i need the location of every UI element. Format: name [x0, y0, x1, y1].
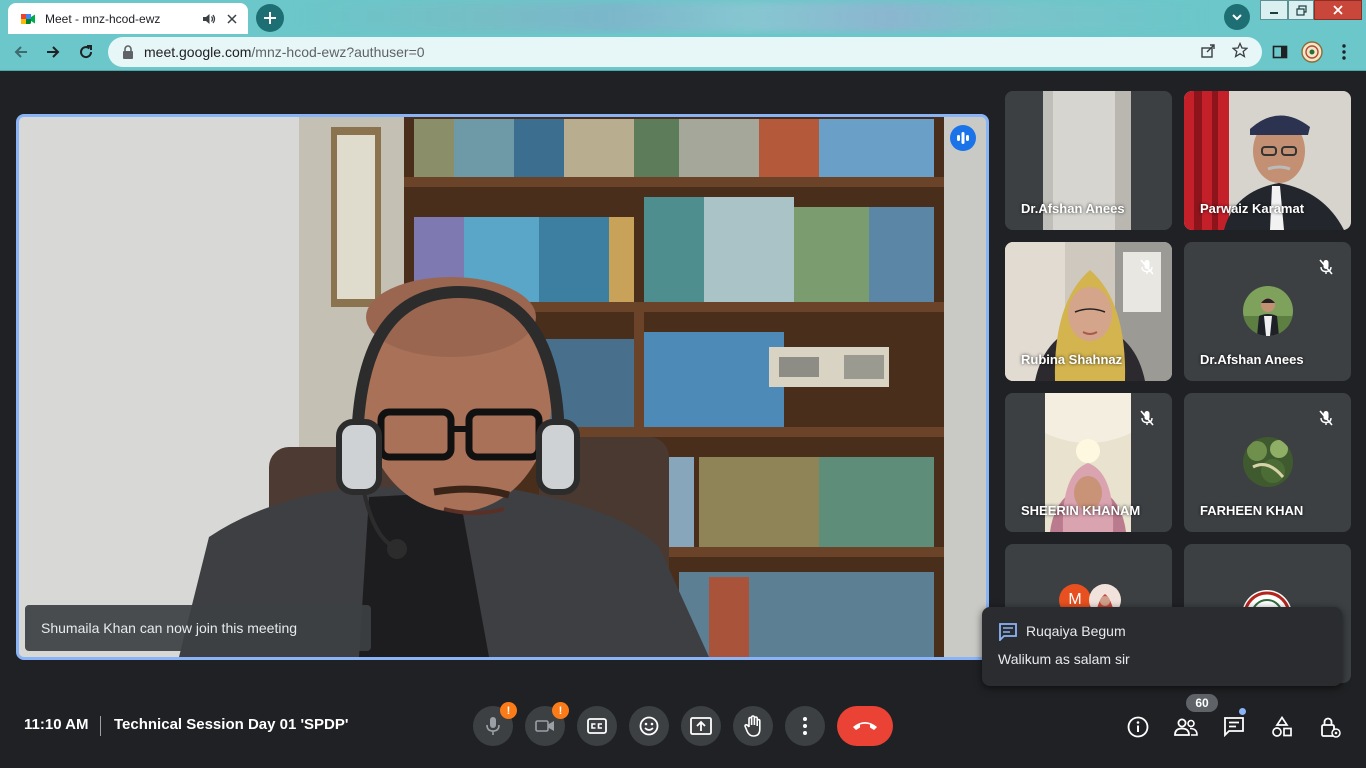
camera-button[interactable]: ! [525, 702, 569, 746]
meeting-time: 11:10 AM [24, 716, 89, 733]
muted-mic-icon [1138, 258, 1156, 276]
window-maximize-button[interactable] [1288, 0, 1314, 20]
tab-title: Meet - mnz-hcod-ewz [45, 11, 161, 26]
present-screen-icon [690, 717, 712, 735]
raise-hand-icon [744, 715, 761, 737]
chat-message-notification[interactable]: Ruqaiya Begum Walikum as salam sir [982, 607, 1342, 686]
audio-playing-icon[interactable] [202, 12, 216, 26]
bookmark-star-icon[interactable] [1231, 41, 1249, 59]
participant-name: SHEERIN KHANAM [1021, 503, 1141, 518]
chat-button[interactable] [1221, 714, 1247, 740]
reactions-button[interactable] [629, 706, 669, 746]
more-vert-icon [803, 717, 807, 735]
participant-avatar [1242, 437, 1293, 487]
tab-search-button[interactable] [1224, 4, 1250, 30]
hang-up-icon [853, 722, 877, 730]
meeting-title: Technical Session Day 01 'SPDP' [114, 716, 349, 733]
minimize-icon [1270, 12, 1278, 14]
chat-sender: Ruqaiya Begum [1026, 623, 1126, 639]
chat-message: Walikum as salam sir [998, 651, 1130, 667]
new-tab-button[interactable] [256, 4, 284, 32]
blurred-background-region [300, 2, 1200, 32]
window-close-button[interactable] [1314, 0, 1362, 20]
participant-tile[interactable]: Dr.Afshan Anees [1005, 91, 1172, 230]
meet-favicon-icon [21, 13, 35, 24]
plus-icon [264, 12, 276, 24]
leave-call-button[interactable] [837, 706, 893, 746]
muted-mic-icon [1317, 409, 1335, 427]
participant-name: Parwaiz Karamat [1200, 201, 1305, 216]
url-host: meet.google.com [144, 44, 252, 60]
more-options-button[interactable] [785, 706, 825, 746]
participant-tile[interactable]: SHEERIN KHANAM [1005, 393, 1172, 532]
participant-tile[interactable]: Dr.Afshan Anees [1184, 242, 1351, 381]
chat-bubble-icon [999, 623, 1017, 641]
people-button[interactable] [1173, 714, 1199, 740]
window-minimize-button[interactable] [1260, 0, 1288, 20]
participant-tile[interactable]: FARHEEN KHAN [1184, 393, 1351, 532]
emoji-icon [639, 716, 659, 736]
participant-avatar [1242, 286, 1293, 336]
camera-off-icon [535, 720, 554, 732]
reload-button[interactable] [73, 39, 99, 65]
close-tab-icon[interactable] [224, 11, 240, 27]
host-controls-button[interactable] [1317, 714, 1343, 740]
url-text: meet.google.com/mnz-hcod-ewz?authuser=0 [144, 44, 425, 60]
divider [100, 716, 101, 736]
browser-tab[interactable]: Meet - mnz-hcod-ewz [8, 3, 248, 34]
participant-name: Dr.Afshan Anees [1200, 352, 1304, 367]
raise-hand-button[interactable] [733, 706, 773, 746]
activities-button[interactable] [1269, 714, 1295, 740]
mic-off-icon [486, 717, 500, 735]
chat-icon [1224, 717, 1244, 737]
side-panel-icon[interactable] [1268, 40, 1292, 64]
join-notification-toast: Shumaila Khan can now join this meeting [25, 605, 371, 651]
chat-unread-dot [1239, 708, 1246, 715]
lock-icon [123, 45, 133, 59]
browser-menu-icon[interactable] [1332, 40, 1356, 64]
captions-button[interactable] [577, 706, 617, 746]
speaker-video-frame [19, 117, 986, 657]
speaking-indicator-icon [950, 125, 976, 151]
participant-name: FARHEEN KHAN [1200, 503, 1304, 518]
address-bar[interactable]: meet.google.com/mnz-hcod-ewz?authuser=0 [108, 37, 1262, 67]
forward-button[interactable] [40, 39, 66, 65]
camera-warning-badge: ! [552, 702, 569, 719]
main-speaker-tile[interactable]: Shumaila Khan can now join this meeting [16, 114, 989, 660]
url-path: /mnz-hcod-ewz?authuser=0 [251, 44, 425, 60]
arrow-right-icon [47, 46, 60, 58]
chevron-down-icon [1232, 14, 1242, 21]
muted-mic-icon [1138, 409, 1156, 427]
close-icon [1333, 5, 1343, 15]
microphone-button[interactable]: ! [473, 702, 517, 746]
tab-strip: Meet - mnz-hcod-ewz [0, 0, 1366, 34]
reload-icon [80, 45, 93, 59]
profile-avatar[interactable] [1300, 40, 1324, 64]
host-lock-icon [1321, 717, 1341, 738]
participant-tile[interactable]: Parwaiz Karamat [1184, 91, 1351, 230]
restore-icon [1295, 4, 1307, 16]
info-icon [1127, 716, 1149, 738]
present-screen-button[interactable] [681, 706, 721, 746]
participant-name: Rubina Shahnaz [1021, 352, 1123, 367]
toast-text: Shumaila Khan can now join this meeting [41, 620, 298, 636]
arrow-left-icon [14, 46, 27, 58]
activities-shapes-icon [1272, 716, 1292, 737]
people-icon [1174, 718, 1198, 736]
participant-tile[interactable]: Rubina Shahnaz [1005, 242, 1172, 381]
back-button[interactable] [8, 39, 34, 65]
muted-mic-icon [1317, 258, 1335, 276]
mic-warning-badge: ! [500, 702, 517, 719]
participant-count-badge: 60 [1186, 694, 1218, 712]
share-icon[interactable] [1199, 41, 1217, 59]
participant-name: Dr.Afshan Anees [1021, 201, 1125, 216]
meeting-details-button[interactable] [1125, 714, 1151, 740]
browser-toolbar: meet.google.com/mnz-hcod-ewz?authuser=0 [0, 34, 1366, 71]
closed-captions-icon [587, 718, 607, 734]
